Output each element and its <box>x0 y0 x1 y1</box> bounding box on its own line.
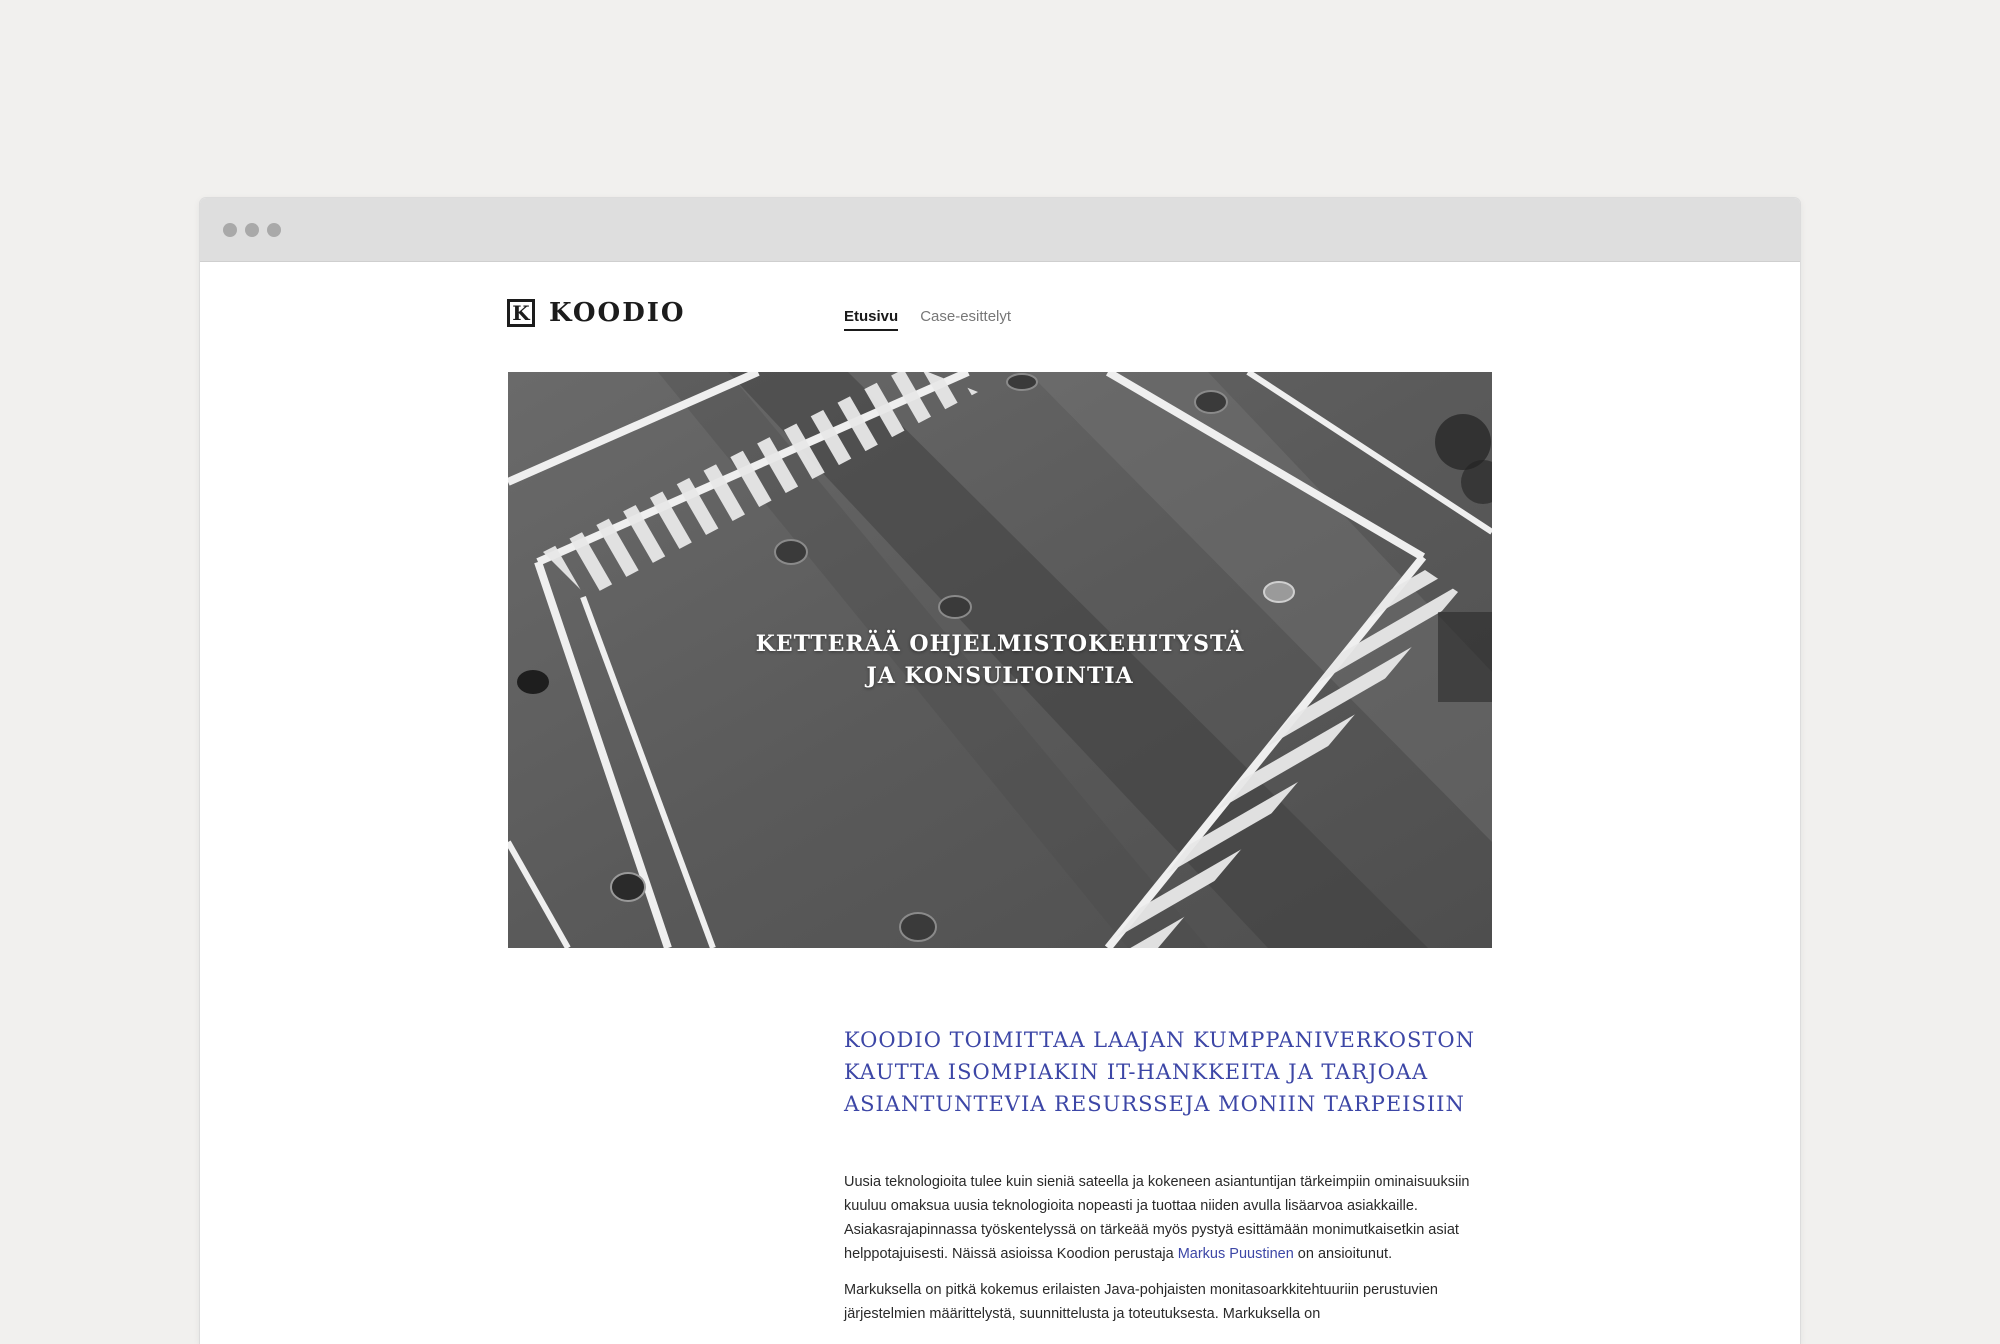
window-dot-icon[interactable] <box>267 223 281 237</box>
nav-item-etusivu[interactable]: Etusivu <box>844 308 899 331</box>
page-content: K KOODIO Etusivu Case-esittelyt KETTERÄÄ… <box>200 262 1800 1344</box>
hero-headline: KETTERÄÄ OHJELMISTOKEHITYSTÄ JA KONSULTO… <box>755 631 1245 689</box>
logo-text: KOODIO <box>549 298 686 328</box>
window-dot-icon[interactable] <box>245 223 259 237</box>
hero-text-container: KETTERÄÄ OHJELMISTOKEHITYSTÄ JA KONSULTO… <box>508 372 1492 948</box>
nav-item-case-esittelyt[interactable]: Case-esittelyt <box>920 308 1011 331</box>
intro-paragraph-1: Uusia teknologioita tulee kuin sieniä sa… <box>844 1170 1484 1266</box>
paragraph-text: on ansioitunut. <box>1293 1246 1393 1262</box>
main-nav: Etusivu Case-esittelyt <box>844 308 1011 331</box>
browser-titlebar <box>200 198 1800 262</box>
intro-paragraph-2: Markuksella on pitkä kokemus erilaisten … <box>844 1282 1438 1322</box>
intro-heading: KOODIO TOIMITTAA LAAJAN KUMPPANIVERKOSTO… <box>844 1028 1476 1116</box>
window-dot-icon[interactable] <box>223 223 237 237</box>
browser-window: K KOODIO Etusivu Case-esittelyt KETTERÄÄ… <box>200 198 1800 1344</box>
site-logo[interactable]: K KOODIO <box>507 298 686 328</box>
intro-body: Uusia teknologioita tulee kuin sieniä sa… <box>844 1170 1484 1338</box>
hero-banner: KETTERÄÄ OHJELMISTOKEHITYSTÄ JA KONSULTO… <box>508 372 1492 948</box>
logo-mark-icon: K <box>507 299 535 327</box>
founder-link[interactable]: Markus Puustinen <box>1178 1246 1294 1262</box>
